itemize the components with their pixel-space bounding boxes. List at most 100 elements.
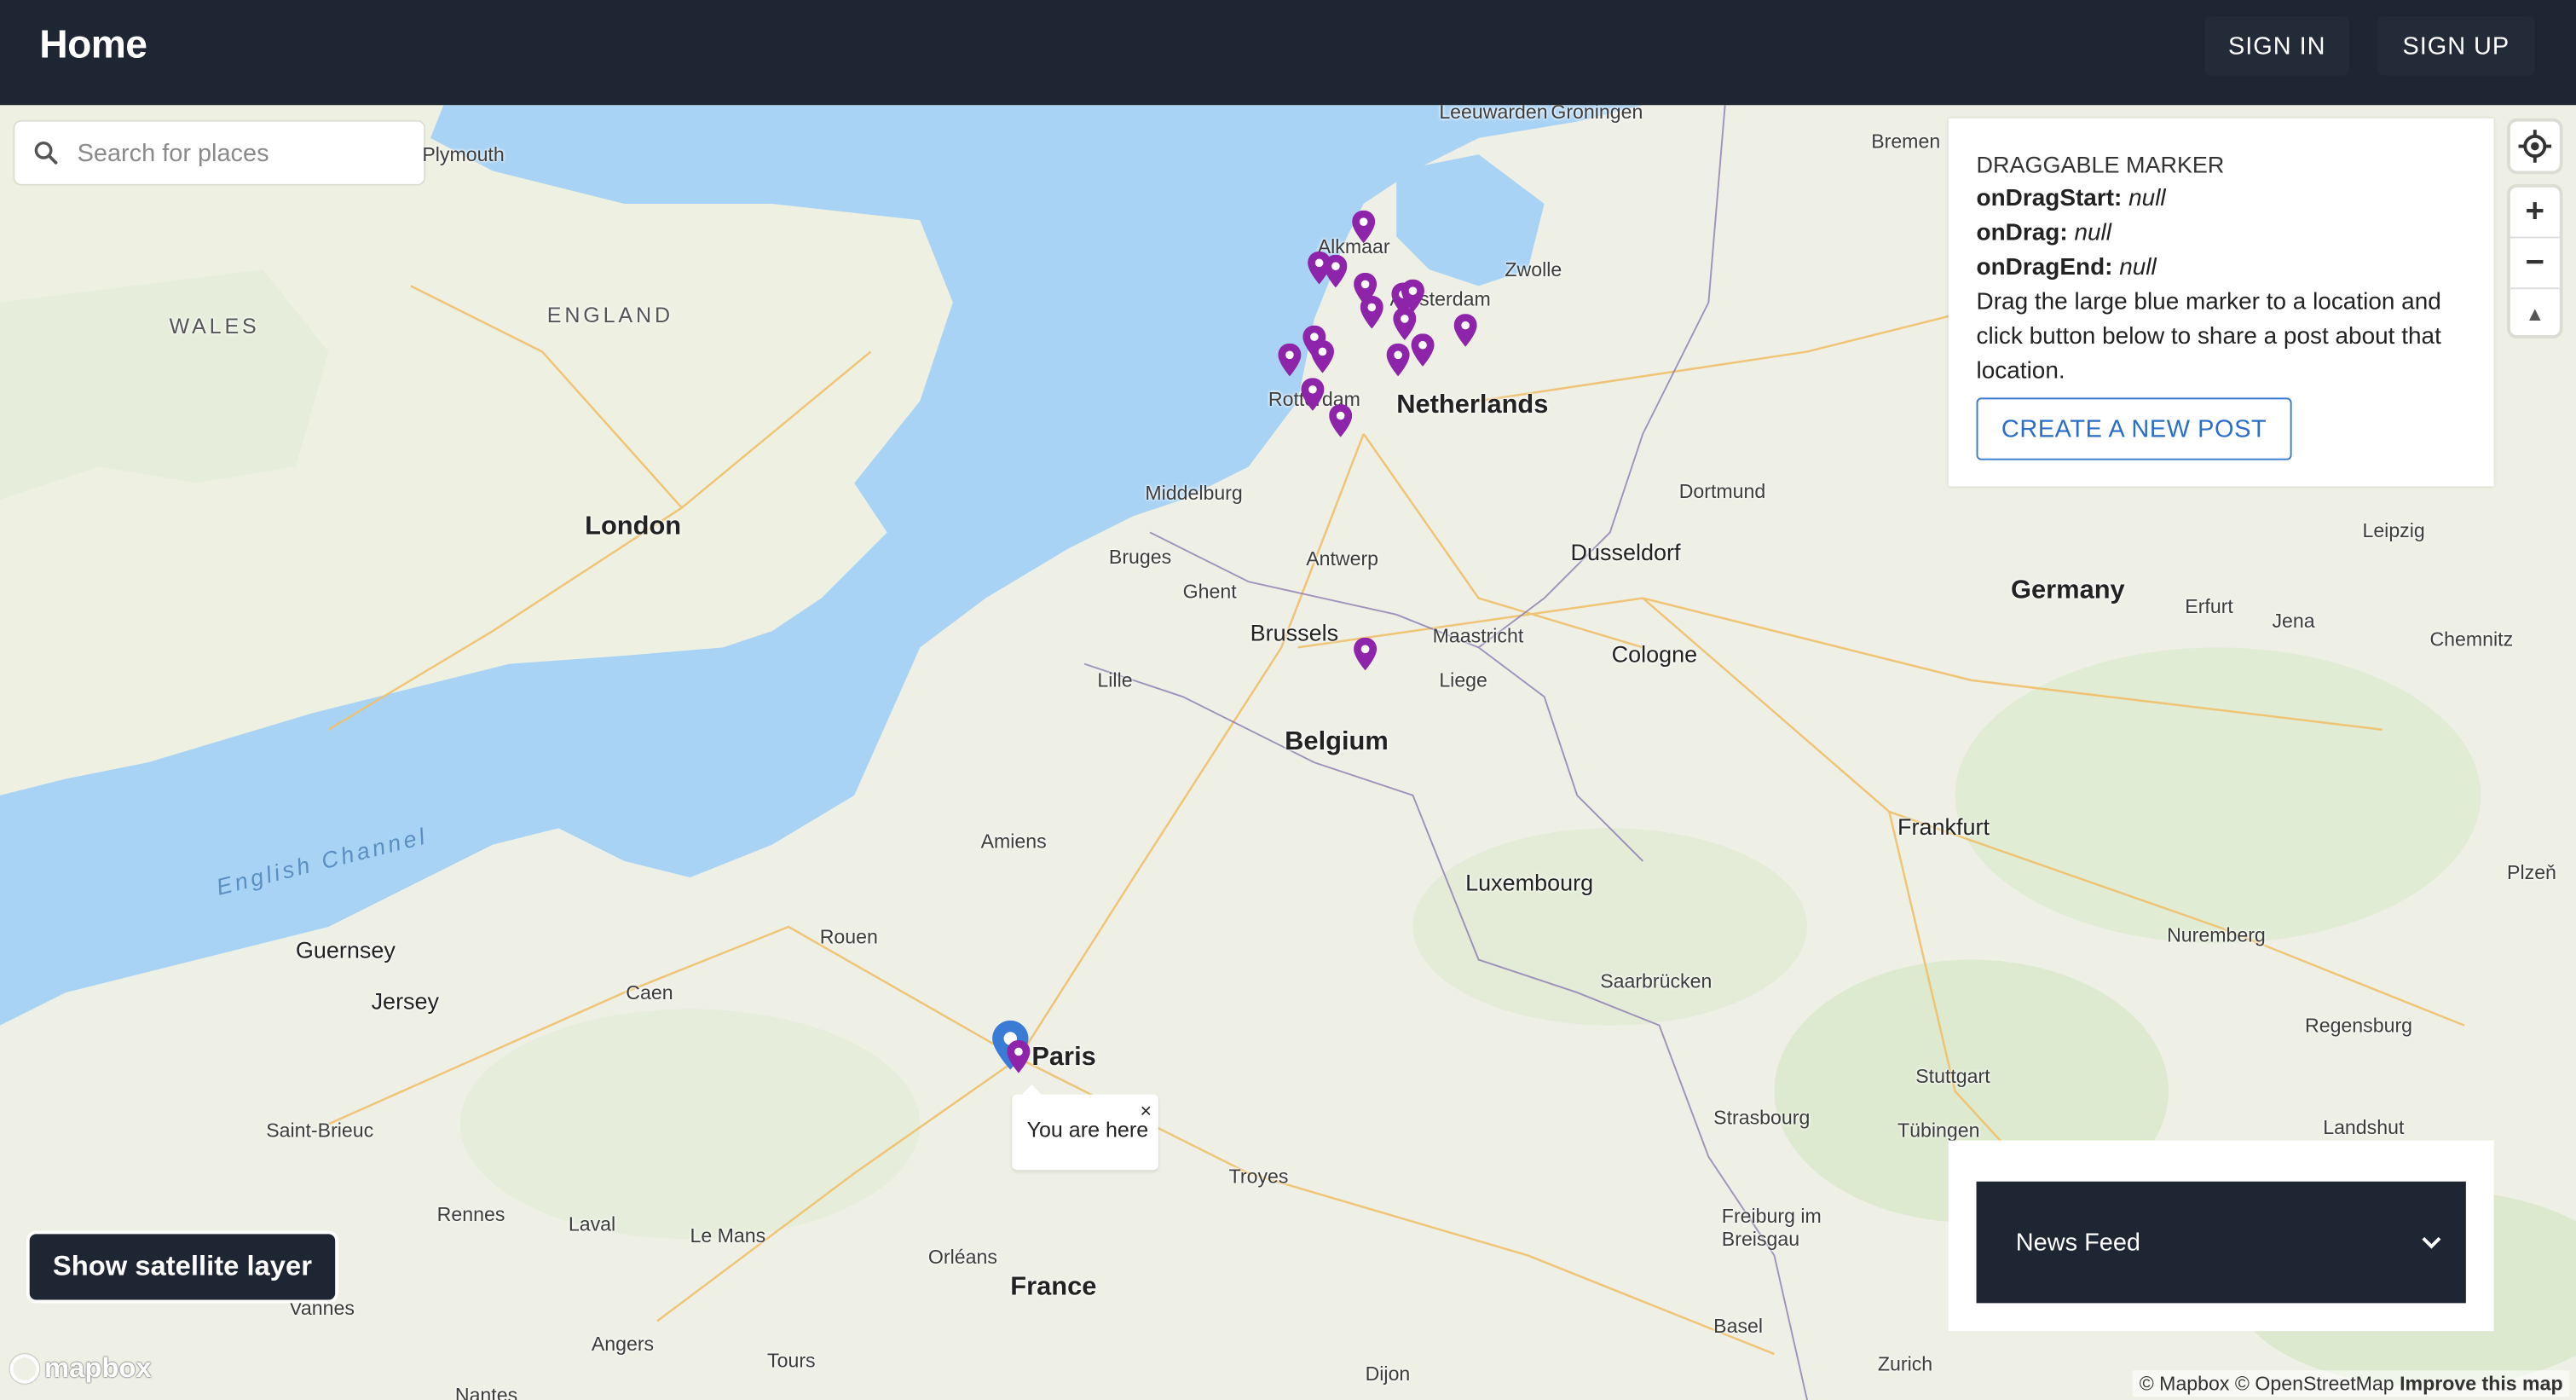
map-label: Tübingen [1897, 1119, 1980, 1143]
map-label: Bruges [1108, 545, 1172, 569]
post-marker-icon[interactable] [1411, 333, 1435, 367]
map-label: Regensburg [2305, 1014, 2413, 1038]
map-label: ENGLAND [546, 302, 673, 327]
news-feed-label: News Feed [2015, 1228, 2141, 1257]
map-label: Le Mans [690, 1224, 766, 1247]
map-label: Tours [767, 1349, 816, 1373]
post-marker-icon[interactable] [1329, 404, 1353, 437]
map-label: Luxembourg [1465, 869, 1594, 896]
map-label: Groningen [1551, 105, 1643, 124]
post-marker-icon[interactable] [1007, 1039, 1031, 1073]
drag-row: onDrag: null [1977, 217, 2469, 251]
search-icon [34, 141, 58, 165]
drag-value: null [2074, 220, 2111, 247]
post-marker-icon[interactable] [1453, 314, 1477, 347]
improve-map-link[interactable]: Improve this map [2400, 1372, 2562, 1395]
map-label: Rouen [819, 925, 878, 949]
map-label: Freiburg im Breisgau [1721, 1204, 1822, 1251]
map-label: WALES [169, 314, 260, 339]
map-label: Plymouth [422, 142, 505, 166]
drag-end-label: onDragEnd: [1976, 254, 2113, 281]
map-label: Cologne [1611, 640, 1698, 668]
map-label: Rennes [436, 1202, 505, 1226]
search-box[interactable] [14, 121, 425, 184]
map-label: Frankfurt [1897, 813, 1990, 840]
map-label: Orléans [927, 1245, 997, 1269]
map-label: Germany [2011, 576, 2125, 605]
map-label: Erfurt [2185, 594, 2233, 618]
map-label: Brussels [1250, 619, 1339, 646]
drag-end-row: onDragEnd: null [1977, 252, 2469, 286]
popup-tip [1021, 1085, 1042, 1095]
news-feed-accordion[interactable]: News Feed [1976, 1181, 2466, 1304]
post-marker-icon[interactable] [1354, 637, 1378, 671]
drag-end-value: null [2119, 254, 2157, 281]
mapbox-logo-text: mapbox [44, 1352, 152, 1384]
map-label: Guernsey [295, 936, 396, 963]
mapbox-logo[interactable]: mapbox [9, 1352, 152, 1386]
satellite-layer-button[interactable]: Show satellite layer [26, 1230, 339, 1304]
sign-in-button[interactable]: SIGN IN [2204, 16, 2350, 76]
map-label: Ghent [1182, 580, 1237, 604]
map-label: Plzeň [2507, 860, 2556, 884]
drag-label: onDrag: [1976, 220, 2068, 247]
search-input[interactable] [73, 136, 409, 169]
map-label: Leipzig [2362, 519, 2425, 543]
map-label: Middelburg [1145, 481, 1243, 505]
map-label: Laval [568, 1212, 616, 1236]
post-marker-icon[interactable] [1310, 339, 1334, 373]
post-marker-icon[interactable] [1352, 210, 1376, 244]
compass-button[interactable]: ▲ [2510, 289, 2560, 338]
map-label: London [585, 512, 682, 541]
map-label: Chemnitz [2429, 628, 2514, 651]
zoom-out-button[interactable]: − [2510, 238, 2560, 290]
map-label: Basel [1713, 1314, 1764, 1338]
draggable-marker-panel: DRAGGABLE MARKER onDragStart: null onDra… [1948, 118, 2494, 487]
map-label: Amiens [980, 830, 1047, 853]
post-marker-icon[interactable] [1360, 295, 1383, 329]
map-label: Bremen [1871, 130, 1941, 153]
create-post-button[interactable]: CREATE A NEW POST [1976, 397, 2292, 460]
map-label: Dusseldorf [1570, 539, 1681, 565]
map-label: Dortmund [1678, 479, 1766, 503]
post-marker-icon[interactable] [1278, 343, 1302, 377]
map-label: Saarbrücken [1600, 969, 1713, 993]
geolocate-button[interactable] [2510, 121, 2560, 171]
map-label: Angers [591, 1333, 655, 1357]
app-header: Home SIGN IN SIGN UP [0, 0, 2576, 106]
map-label: Saint-Brieuc [266, 1119, 374, 1143]
map-label: Leeuwarden [1439, 105, 1548, 124]
map-attribution: © Mapbox © OpenStreetMap Improve this ma… [2132, 1370, 2570, 1397]
map-label: Nantes [454, 1383, 518, 1400]
post-marker-icon[interactable] [1301, 378, 1325, 411]
drag-start-label: onDragStart: [1976, 185, 2123, 212]
map-label: Zwolle [1505, 257, 1562, 281]
news-feed-container: News Feed [1948, 1140, 2494, 1332]
mapbox-attribution-link[interactable]: © Mapbox [2140, 1372, 2230, 1395]
map-label: Jena [2272, 610, 2315, 633]
zoom-in-button[interactable]: + [2510, 188, 2560, 239]
map-label: Strasbourg [1713, 1106, 1811, 1130]
map-label: Caen [626, 981, 673, 1004]
map-label: Zurich [1877, 1352, 1933, 1376]
map-label: Landshut [2323, 1115, 2405, 1139]
sign-up-button[interactable]: SIGN UP [2377, 16, 2535, 76]
drag-start-row: onDragStart: null [1977, 182, 2469, 217]
home-title[interactable]: Home [39, 23, 147, 69]
post-marker-icon[interactable] [1386, 343, 1410, 377]
app-root: Home SIGN IN SIGN UP Plymouth ENGLAND WA… [0, 0, 2576, 1400]
post-marker-icon[interactable] [1324, 254, 1348, 288]
map-label: Jersey [371, 987, 440, 1015]
osm-attribution-link[interactable]: © OpenStreetMap [2235, 1372, 2394, 1395]
map-label: Liege [1439, 668, 1487, 692]
zoom-controls: + − ▲ [2510, 187, 2560, 338]
mapbox-logo-icon [9, 1354, 40, 1384]
map-label: Netherlands [1396, 390, 1549, 419]
map-label: Stuttgart [1915, 1064, 1990, 1088]
map-label: Troyes [1228, 1165, 1289, 1189]
map-label: Nuremberg [2167, 923, 2266, 947]
map-label: France [1010, 1273, 1097, 1302]
popup-text: You are here [1026, 1117, 1149, 1143]
chevron-down-icon [2422, 1236, 2441, 1249]
map-label: Belgium [1285, 727, 1389, 756]
